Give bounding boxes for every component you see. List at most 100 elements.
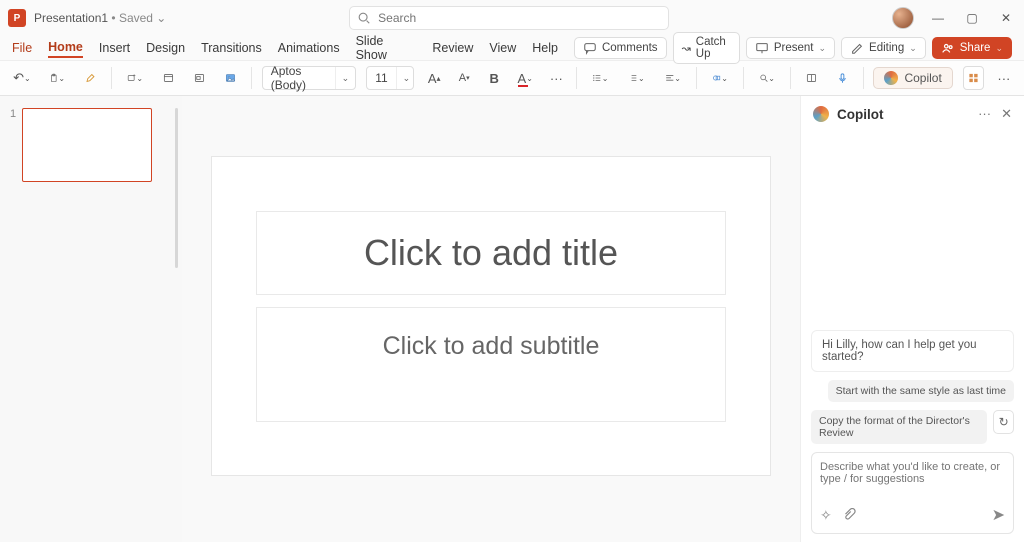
- editing-mode-button[interactable]: Editing ⌄: [841, 37, 926, 59]
- menu-view[interactable]: View: [489, 39, 516, 57]
- picture-button[interactable]: [220, 66, 241, 90]
- comments-label: Comments: [602, 42, 658, 54]
- divider: [576, 67, 577, 89]
- menu-review[interactable]: Review: [432, 39, 473, 57]
- search-icon: [357, 11, 371, 25]
- canvas-area: Click to add title Click to add subtitle: [182, 96, 800, 542]
- bold-button[interactable]: B: [484, 66, 504, 90]
- shapes-button[interactable]: ⌄: [707, 66, 733, 90]
- menu-design[interactable]: Design: [146, 39, 185, 57]
- align-button[interactable]: ⌄: [660, 66, 686, 90]
- pencil-icon: [850, 41, 864, 55]
- font-family-selector[interactable]: Aptos (Body) ⌄: [262, 66, 357, 90]
- share-button[interactable]: Share ⌄: [932, 37, 1012, 59]
- bullets-button[interactable]: ⌄: [587, 66, 613, 90]
- font-color-button[interactable]: A ⌄: [514, 66, 536, 90]
- reset-icon: [194, 71, 205, 85]
- font-more-button[interactable]: ···: [546, 66, 566, 90]
- divider: [743, 67, 744, 89]
- new-slide-icon: [127, 71, 137, 85]
- divider: [696, 67, 697, 89]
- layout-button[interactable]: [158, 66, 179, 90]
- document-name-text: Presentation1: [34, 11, 108, 25]
- search-input[interactable]: [349, 6, 669, 30]
- decrease-font-button[interactable]: A▾: [454, 66, 474, 90]
- present-label: Present: [774, 42, 814, 54]
- powerpoint-app-icon: P: [8, 9, 26, 27]
- copilot-text-input[interactable]: [820, 461, 1005, 495]
- numbering-button[interactable]: ⌄: [623, 66, 649, 90]
- ribbon-overflow-button[interactable]: ···: [994, 66, 1014, 90]
- shapes-icon: [712, 71, 722, 85]
- copilot-ribbon-button[interactable]: Copilot: [873, 67, 952, 89]
- copilot-input-box[interactable]: ✧ ➤: [811, 452, 1014, 534]
- user-avatar[interactable]: [892, 7, 914, 29]
- slide-thumbnail-1[interactable]: [22, 108, 152, 182]
- subtitle-placeholder[interactable]: Click to add subtitle: [256, 307, 726, 422]
- copilot-icon: [884, 71, 898, 85]
- thumbnail-scrollbar[interactable]: [170, 96, 182, 542]
- copilot-suggestion-2[interactable]: Copy the format of the Director's Review: [811, 410, 987, 444]
- copilot-pane: Copilot ··· ✕ Hi Lilly, how can I help g…: [800, 96, 1024, 542]
- chevron-down-icon: ⌄: [995, 43, 1003, 54]
- document-title[interactable]: Presentation1 • Saved ⌄: [34, 11, 166, 25]
- clipboard-icon: [49, 71, 59, 85]
- menu-file[interactable]: File: [12, 39, 32, 57]
- copilot-suggestion-1[interactable]: Start with the same style as last time: [828, 380, 1014, 402]
- copilot-more-button[interactable]: ···: [978, 106, 991, 122]
- menu-transitions[interactable]: Transitions: [201, 39, 262, 57]
- copilot-close-button[interactable]: ✕: [1001, 106, 1012, 122]
- chevron-down-icon: ⌄: [335, 67, 356, 89]
- grid-view-button[interactable]: [963, 66, 984, 90]
- paste-button[interactable]: ⌄: [44, 66, 70, 90]
- copilot-refresh-button[interactable]: ↻: [993, 410, 1014, 434]
- menu-animations[interactable]: Animations: [278, 39, 340, 57]
- window-maximize-button[interactable]: ▢: [962, 11, 982, 25]
- menu-slide-show[interactable]: Slide Show: [356, 32, 417, 64]
- designer-button[interactable]: [801, 66, 822, 90]
- chevron-down-icon: ⌄: [819, 43, 827, 54]
- sparkle-icon[interactable]: ✧: [820, 507, 832, 524]
- numbering-icon: [628, 71, 638, 85]
- people-icon: [941, 41, 955, 55]
- menu-home[interactable]: Home: [48, 38, 83, 58]
- present-button[interactable]: Present ⌄: [746, 37, 835, 59]
- undo-button[interactable]: ↶⌄: [10, 66, 34, 90]
- catch-up-button[interactable]: ↝ Catch Up: [673, 32, 740, 64]
- chevron-down-icon: ⌄: [909, 43, 917, 54]
- align-icon: [665, 71, 675, 85]
- window-minimize-button[interactable]: —: [928, 11, 948, 25]
- share-label: Share: [960, 42, 991, 54]
- find-button[interactable]: ⌄: [754, 66, 780, 90]
- increase-font-button[interactable]: A▴: [424, 66, 444, 90]
- copilot-send-button[interactable]: ➤: [992, 505, 1005, 525]
- comments-button[interactable]: Comments: [574, 37, 667, 59]
- font-family-value: Aptos (Body): [263, 64, 335, 92]
- font-size-selector[interactable]: 11 ⌄: [366, 66, 414, 90]
- menu-help[interactable]: Help: [532, 39, 558, 57]
- reset-slide-button[interactable]: [189, 66, 210, 90]
- editing-label: Editing: [869, 42, 904, 54]
- new-slide-button[interactable]: ⌄: [122, 66, 148, 90]
- attachment-icon[interactable]: [842, 508, 856, 522]
- format-painter-button[interactable]: [80, 66, 101, 90]
- divider: [790, 67, 791, 89]
- grid-icon: [968, 71, 979, 85]
- title-placeholder[interactable]: Click to add title: [256, 211, 726, 295]
- window-close-button[interactable]: ✕: [996, 11, 1016, 25]
- menu-insert[interactable]: Insert: [99, 39, 130, 57]
- comment-icon: [583, 41, 597, 55]
- microphone-icon: [837, 71, 848, 85]
- dictate-button[interactable]: [832, 66, 853, 90]
- slide-canvas[interactable]: Click to add title Click to add subtitle: [211, 156, 771, 476]
- divider: [251, 67, 252, 89]
- catch-up-icon: ↝: [682, 42, 691, 55]
- catch-up-label: Catch Up: [696, 36, 731, 60]
- save-status-text: • Saved ⌄: [111, 11, 166, 25]
- font-size-value: 11: [367, 71, 395, 85]
- chevron-down-icon: ⌄: [396, 67, 417, 89]
- designer-icon: [806, 71, 817, 85]
- divider: [111, 67, 112, 89]
- search-box[interactable]: [349, 6, 669, 30]
- brush-icon: [85, 71, 96, 85]
